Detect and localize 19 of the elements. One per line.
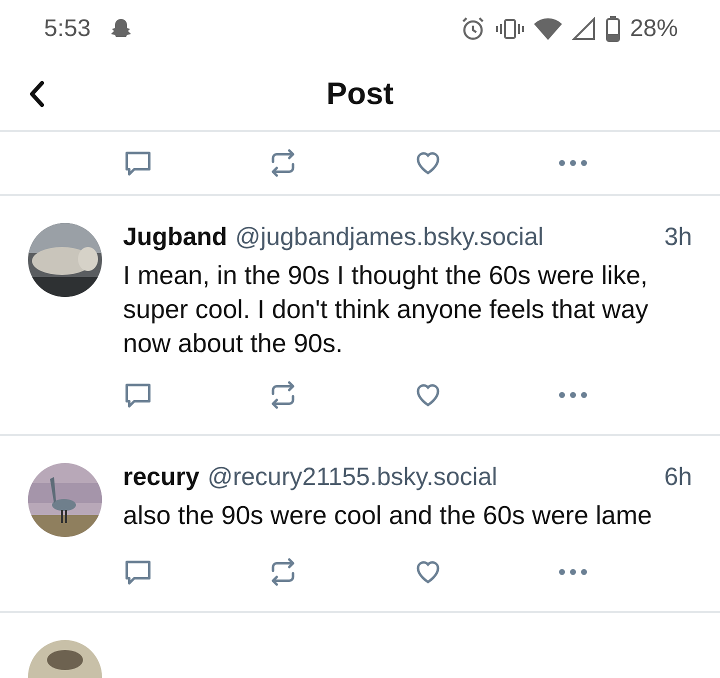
- clock-time: 5:53: [44, 15, 91, 43]
- battery-percentage: 28%: [630, 15, 678, 43]
- wifi-icon: [534, 17, 562, 41]
- author-handle: @recury21155.bsky.social: [207, 463, 498, 492]
- author-name: Jugband: [123, 223, 228, 252]
- author-name: recury: [123, 463, 200, 492]
- battery-icon: [606, 16, 620, 42]
- post-time: 6h: [664, 463, 692, 492]
- alarm-icon: [460, 16, 486, 42]
- page-title: Post: [326, 76, 394, 112]
- more-icon: [558, 567, 588, 577]
- signal-icon: [572, 17, 596, 41]
- more-icon: [558, 158, 588, 168]
- more-icon: [558, 390, 588, 400]
- vibrate-icon: [496, 16, 524, 42]
- post-text: also the 90s were cool and the 60s were lame: [123, 499, 653, 532]
- author-handle: @jugbandjames.bsky.social: [235, 223, 545, 252]
- post-time: 3h: [664, 223, 692, 252]
- post-text: I mean, in the 90s I thought the 60s were like, super cool. I don't think anyone feels that way now about the 90s.: [123, 259, 650, 360]
